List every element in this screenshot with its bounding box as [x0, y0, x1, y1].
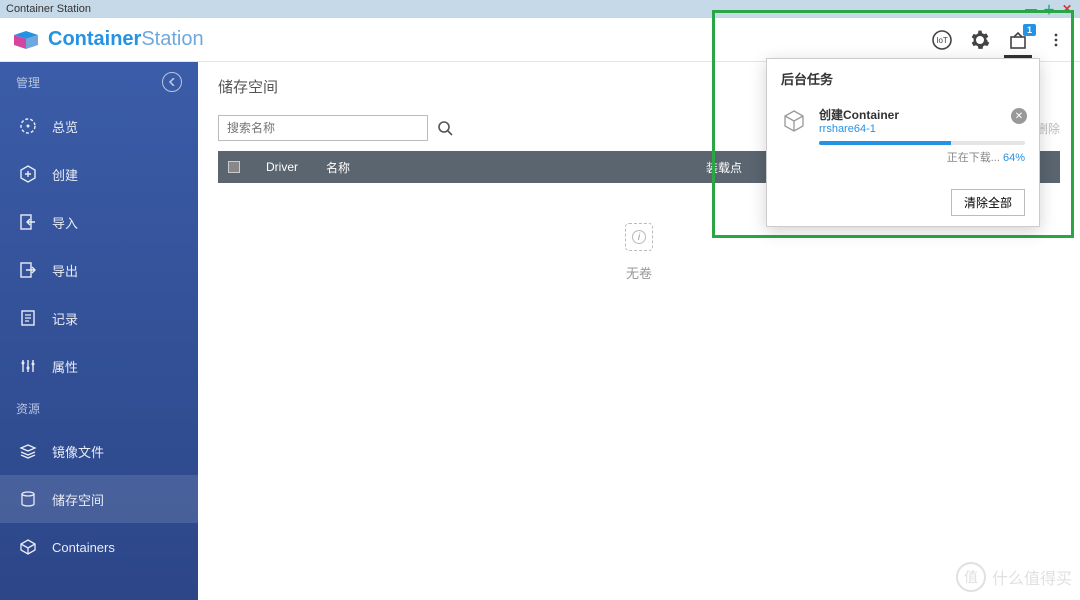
- tasks-icon[interactable]: 1: [1006, 28, 1030, 52]
- sidebar-section-manage: 管理: [0, 62, 198, 102]
- sidebar-item-containers[interactable]: Containers: [0, 523, 198, 571]
- database-icon: [18, 489, 38, 509]
- tasks-popover: 后台任务 创建Container rrshare64-1 正在下载... 64%…: [766, 58, 1040, 227]
- sidebar-collapse-button[interactable]: [162, 72, 182, 92]
- sidebar-item-export[interactable]: 导出: [0, 246, 198, 294]
- sidebar-item-label: 镜像文件: [52, 442, 104, 461]
- sidebar-item-properties[interactable]: 属性: [0, 342, 198, 390]
- svg-text:IoT: IoT: [936, 36, 948, 45]
- watermark: 值 什么值得买: [956, 562, 1072, 592]
- sidebar-item-label: 创建: [52, 165, 78, 184]
- watermark-text: 什么值得买: [992, 565, 1072, 589]
- task-subtitle: rrshare64-1: [819, 123, 1025, 135]
- col-mount[interactable]: 装载点: [698, 159, 750, 176]
- empty-text: 无卷: [626, 263, 652, 282]
- cube-icon: [781, 108, 807, 134]
- window-minimize-button[interactable]: —: [1024, 2, 1038, 16]
- os-titlebar: Container Station — ＋ ✕: [0, 0, 1080, 18]
- task-cancel-button[interactable]: ✕: [1011, 108, 1027, 124]
- tasks-badge: 1: [1023, 24, 1036, 36]
- col-driver[interactable]: Driver: [258, 160, 318, 174]
- more-icon[interactable]: [1044, 28, 1068, 52]
- cube-icon: [18, 537, 38, 557]
- task-title: 创建Container: [819, 106, 1025, 123]
- app-header: ContainerStation IoT 1: [0, 18, 1080, 62]
- export-icon: [18, 260, 38, 280]
- search-input[interactable]: [218, 115, 428, 141]
- app-logo: ContainerStation: [12, 28, 204, 51]
- sidebar-item-label: Containers: [52, 540, 115, 555]
- task-progress-bar: [819, 141, 1025, 145]
- sidebar-item-logs[interactable]: 记录: [0, 294, 198, 342]
- sidebar-item-label: 记录: [52, 309, 78, 328]
- sidebar-section-resources: 资源: [0, 390, 198, 427]
- task-status: 正在下载... 64%: [819, 149, 1025, 165]
- logo-text: ContainerStation: [48, 28, 204, 51]
- popover-header: 后台任务: [767, 59, 1039, 98]
- empty-state: i 无卷: [218, 183, 1060, 586]
- sidebar-item-label: 导入: [52, 213, 78, 232]
- search-button[interactable]: [434, 117, 456, 139]
- sidebar-item-images[interactable]: 镜像文件: [0, 427, 198, 475]
- os-title: Container Station: [6, 3, 91, 15]
- sidebar-item-volumes[interactable]: 储存空间: [0, 475, 198, 523]
- clear-all-button[interactable]: 清除全部: [951, 189, 1025, 216]
- sidebar: 管理 总览 创建 导入 导出: [0, 62, 198, 600]
- info-icon: i: [625, 223, 653, 251]
- window-close-button[interactable]: ✕: [1060, 2, 1074, 16]
- sliders-icon: [18, 356, 38, 376]
- logo-icon: [12, 29, 40, 51]
- layers-icon: [18, 441, 38, 461]
- settings-icon[interactable]: [968, 28, 992, 52]
- plus-hex-icon: [18, 164, 38, 184]
- sidebar-item-import[interactable]: 导入: [0, 198, 198, 246]
- gauge-icon: [18, 116, 38, 136]
- window-maximize-button[interactable]: ＋: [1042, 2, 1056, 16]
- sidebar-item-label: 导出: [52, 261, 78, 280]
- sidebar-item-label: 总览: [52, 117, 78, 136]
- iot-icon[interactable]: IoT: [930, 28, 954, 52]
- sidebar-item-overview[interactable]: 总览: [0, 102, 198, 150]
- select-all-checkbox[interactable]: [228, 161, 240, 173]
- watermark-icon: 值: [956, 562, 986, 592]
- task-item: 创建Container rrshare64-1 正在下载... 64% ✕: [767, 98, 1039, 179]
- col-name[interactable]: 名称: [318, 159, 698, 176]
- document-icon: [18, 308, 38, 328]
- import-icon: [18, 212, 38, 232]
- sidebar-item-label: 储存空间: [52, 490, 104, 509]
- sidebar-item-label: 属性: [52, 357, 78, 376]
- sidebar-item-create[interactable]: 创建: [0, 150, 198, 198]
